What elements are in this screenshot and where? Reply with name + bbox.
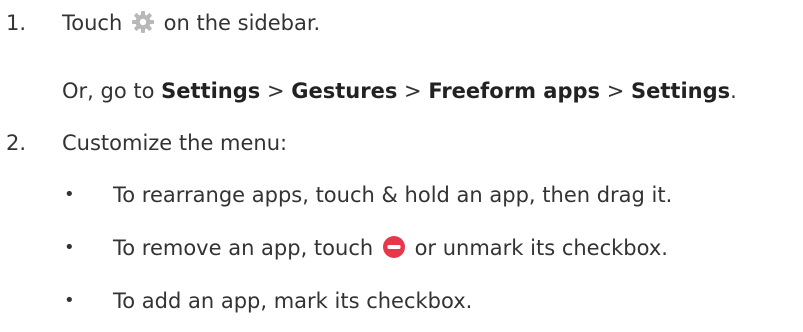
bullet: •	[64, 290, 75, 311]
bullet-text-before: To remove an app, touch	[113, 236, 374, 260]
path-item: Settings	[161, 79, 261, 103]
path-separator: >	[606, 79, 625, 103]
alt-path-text: Or, go to Settings > Gestures > Freeform…	[62, 77, 737, 105]
bullet-text: To rearrange apps, touch & hold an app, …	[113, 183, 673, 207]
path-item: Freeform apps	[428, 79, 601, 103]
path-suffix: .	[730, 79, 737, 103]
path-separator: >	[404, 79, 422, 103]
path-item: Settings	[631, 79, 731, 103]
bullet: •	[64, 237, 75, 258]
step-text-after: on the sidebar.	[163, 11, 321, 35]
bullet-text: To add an app, mark its checkbox.	[113, 289, 473, 313]
step-number: 1.	[6, 11, 27, 35]
gear-icon	[131, 11, 154, 33]
bullet: •	[64, 184, 75, 205]
step-text-before: Touch	[62, 11, 123, 35]
path-separator: >	[266, 79, 285, 103]
remove-circle-icon	[382, 236, 405, 258]
bullet-text: To remove an app, touch or unmark its ch…	[113, 234, 668, 262]
step-text: Customize the menu:	[62, 131, 288, 155]
bullet-text-after: or unmark its checkbox.	[414, 236, 668, 260]
step-number: 2.	[6, 131, 27, 155]
alt-path-prefix: Or, go to	[62, 79, 155, 103]
step-text: Touch on the sidebar.	[62, 9, 320, 37]
path-item: Gestures	[291, 79, 398, 103]
